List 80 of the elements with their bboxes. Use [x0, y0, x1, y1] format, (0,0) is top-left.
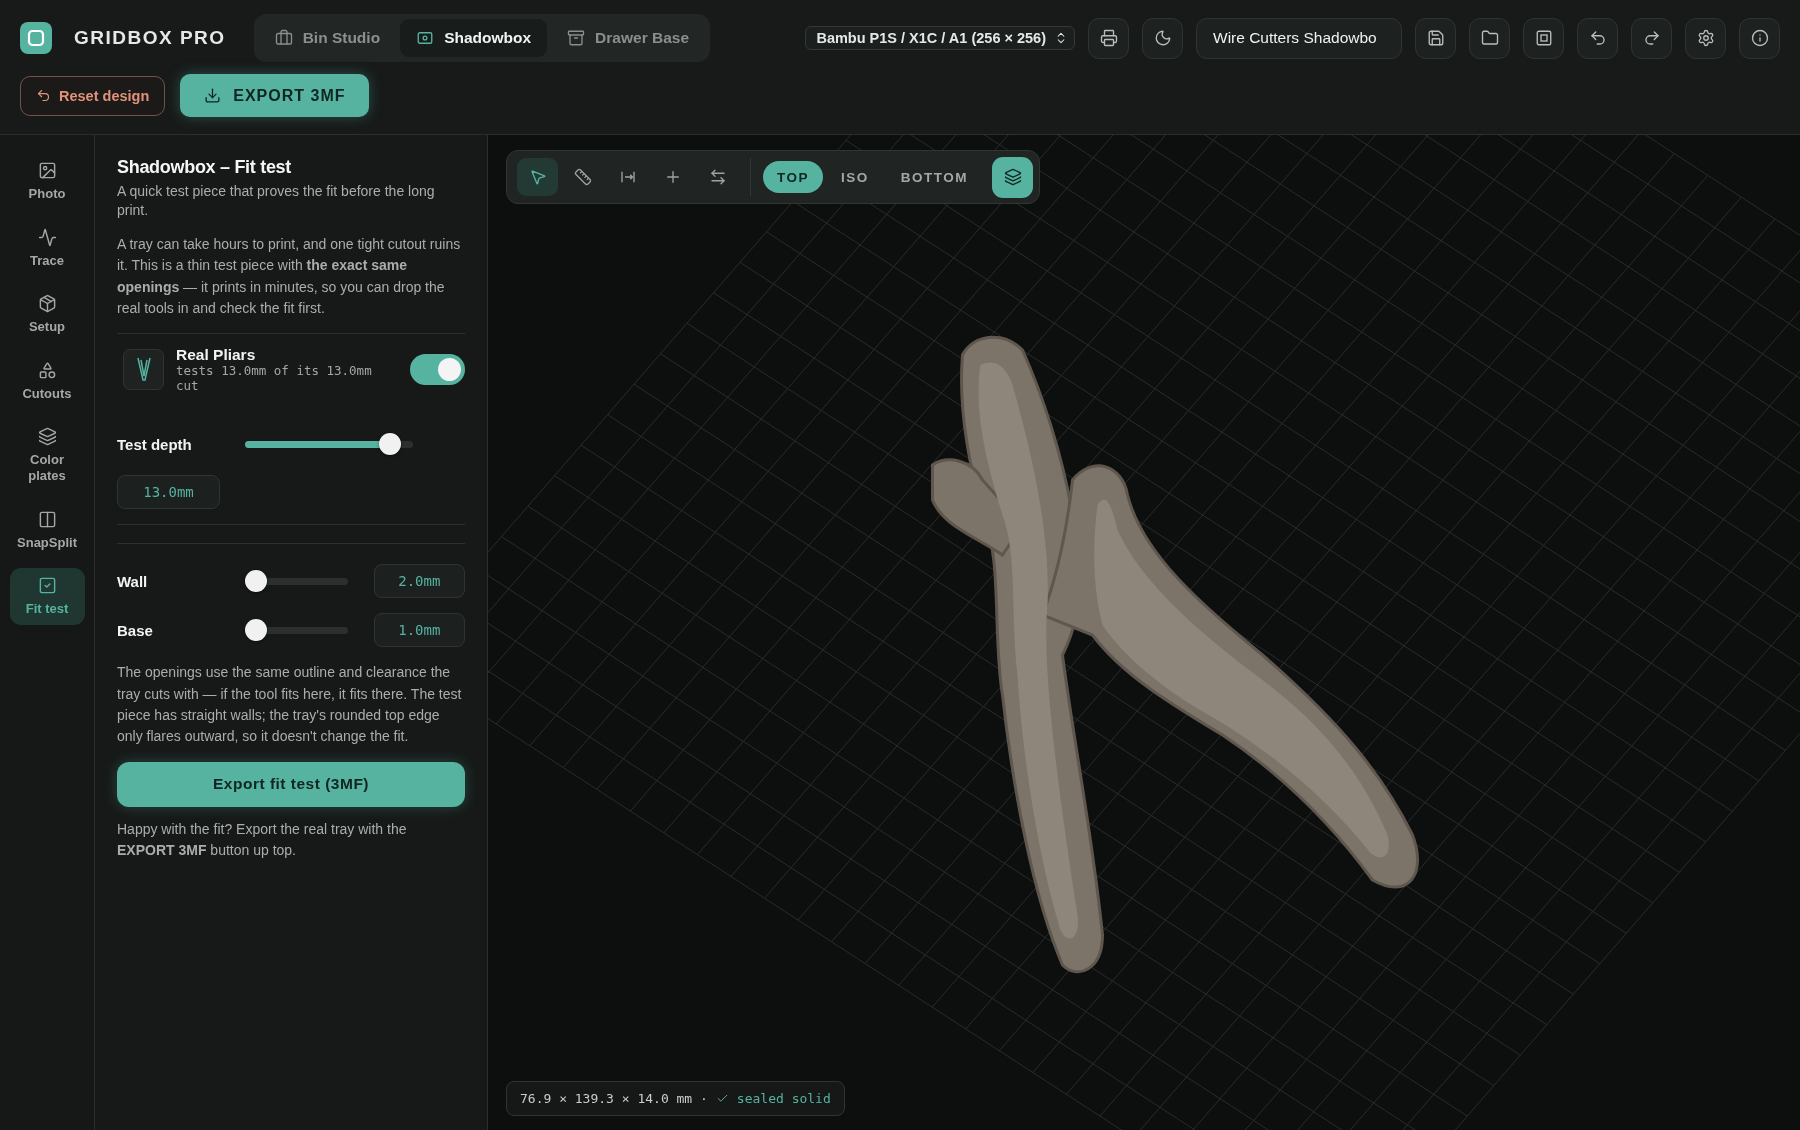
sidebar-item[interactable]: Setup	[9, 286, 85, 343]
brand-name: GRIDBOX PRO	[74, 27, 226, 49]
pliers-outline-icon	[134, 355, 153, 384]
panel-subtitle: A quick test piece that proves the fit before the long print.	[117, 182, 436, 220]
reset-design-button[interactable]: Reset design	[20, 75, 166, 116]
undo-icon	[1588, 29, 1607, 47]
export-fit-test-button[interactable]: Export fit test (3MF)	[117, 761, 465, 807]
tool-name: Real Pliars	[176, 346, 257, 365]
folder-icon	[1480, 29, 1499, 47]
undo-button[interactable]	[1577, 17, 1618, 59]
view-button[interactable]: TOP	[763, 161, 823, 193]
sidebar-item[interactable]: Color plates	[9, 419, 85, 492]
project-name-field[interactable]: Wire Cutters Shadowbo	[1196, 17, 1402, 59]
printer-select[interactable]: Bambu P1S / X1C / A1 (256 × 256)	[805, 26, 1075, 50]
layers-button[interactable]	[992, 156, 1034, 198]
tool-detail: tests 13.0mm of its 13.0mm cut	[176, 364, 373, 394]
redo-icon	[1642, 29, 1661, 47]
test-depth-field[interactable]: 13.0mm	[117, 475, 220, 510]
slider-track[interactable]	[245, 433, 413, 456]
dimensions-text: 76.9 × 139.3 × 14.0 mm ·	[520, 1091, 708, 1106]
note-text: The openings use the same outline and clearance the tray cuts with — if the tool fits here, it fits there. The test piece has straight walls; the tray's rounded top edge only flares outward, so it doesn't change the fit.	[117, 663, 463, 747]
settings-icon	[1696, 29, 1715, 47]
download-icon	[204, 87, 222, 104]
layers-icon	[37, 427, 57, 447]
status-text: sealed solid	[736, 1091, 831, 1106]
save-icon	[1426, 29, 1445, 47]
slider-thumb[interactable]	[245, 619, 267, 642]
mode-tab[interactable]: Bin Studio	[258, 19, 397, 57]
view-button[interactable]: BOTTOM	[886, 161, 983, 193]
export-3mf-button[interactable]: EXPORT 3MF	[180, 74, 370, 117]
open-button[interactable]	[1469, 17, 1510, 59]
parameter-field[interactable]: 1.0mm	[373, 613, 465, 648]
check-icon	[715, 1092, 729, 1105]
parameter-field[interactable]: 2.0mm	[373, 564, 465, 599]
checkbox-icon	[37, 576, 57, 596]
save-button[interactable]	[1415, 17, 1456, 59]
briefcase-icon	[274, 29, 293, 47]
sidebar-item[interactable]: Trace	[9, 219, 85, 277]
tool-toggle[interactable]	[410, 354, 465, 386]
printer-icon	[1099, 29, 1118, 47]
sidebar-item[interactable]: SnapSplit	[9, 501, 85, 559]
undo-icon	[36, 88, 51, 103]
image-icon	[37, 161, 57, 180]
printer-button[interactable]	[1088, 17, 1129, 59]
app-logo	[20, 22, 52, 54]
footer-text: Happy with the fit? Export the real tray with the EXPORT 3MF button up top.	[117, 819, 408, 861]
mode-tab[interactable]: Shadowbox	[400, 19, 548, 57]
redo-button[interactable]	[1631, 17, 1672, 59]
pointer-icon	[528, 168, 547, 186]
info-button[interactable]	[1739, 17, 1780, 59]
line-graph-icon	[37, 227, 57, 247]
slider-thumb[interactable]	[379, 433, 402, 456]
sidebar-item[interactable]: Photo	[9, 153, 85, 210]
slider-thumb[interactable]	[245, 570, 267, 593]
moon-icon	[1153, 29, 1172, 47]
swap-icon	[708, 168, 727, 186]
slider-track[interactable]	[245, 570, 348, 593]
intro-text: A tray can take hours to print, and one tight cutout ruins it. This is a thin test piece with the exact same openings — it prints in minutes, so you can drop the real tools in and check the fit first.	[117, 234, 462, 318]
photo-frame-icon	[416, 29, 435, 47]
view-button[interactable]: ISO	[827, 161, 883, 193]
slider-track[interactable]	[245, 619, 348, 642]
columns-icon	[37, 509, 57, 529]
shapes-icon	[37, 360, 57, 380]
frame-button[interactable]	[1523, 17, 1564, 59]
sidebar-item[interactable]: Cutouts	[9, 352, 85, 410]
panel-title: Shadowbox – Fit test	[117, 157, 293, 178]
ruler-icon	[573, 168, 592, 186]
drawer-icon	[567, 29, 586, 47]
sidebar-item[interactable]: Fit test	[9, 568, 85, 625]
info-icon	[1750, 29, 1769, 47]
layers-icon	[1003, 168, 1022, 186]
square-frame-icon	[1534, 29, 1553, 47]
viewport-tool-button[interactable]	[517, 158, 558, 196]
theme-button[interactable]	[1142, 17, 1183, 59]
parameter-label: Base	[117, 621, 154, 639]
settings-button[interactable]	[1685, 17, 1726, 59]
test-depth-label: Test depth	[117, 435, 193, 453]
box-icon	[37, 294, 57, 314]
mode-tab[interactable]: Drawer Base	[551, 19, 706, 57]
parameter-label: Wall	[117, 572, 149, 590]
